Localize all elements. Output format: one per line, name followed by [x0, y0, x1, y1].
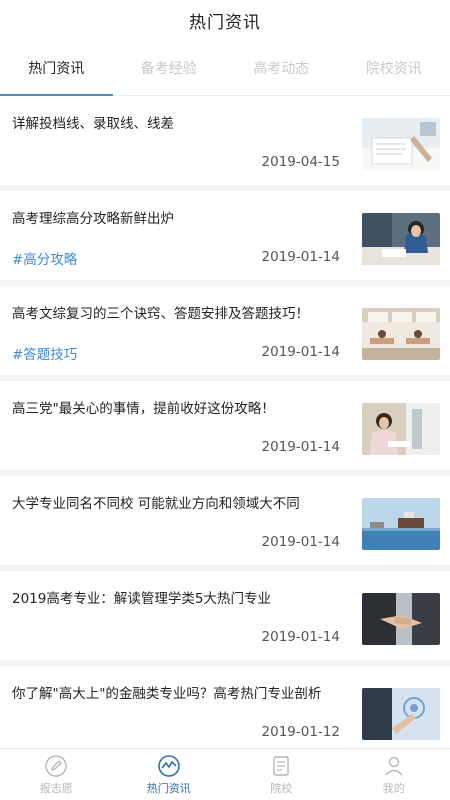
tab-hot-news[interactable]: 热门资讯 — [0, 40, 113, 96]
app-header: 热门资讯 — [0, 0, 450, 40]
article-date: 2019-01-14 — [261, 629, 340, 645]
category-tabs: 热门资讯 备考经验 高考动态 院校资讯 — [0, 40, 450, 96]
article-item[interactable]: 大学专业同名不同校 可能就业方向和领域大不同 2019-01-14 — [0, 476, 450, 571]
nav-label: 热门资讯 — [146, 781, 191, 795]
article-item[interactable]: 2019高考专业：解读管理学类5大热门专业 2019-01-14 — [0, 571, 450, 666]
article-item[interactable]: 高三党"最关心的事情，提前收好这份攻略！ 2019-01-14 — [0, 381, 450, 476]
article-date: 2019-01-14 — [261, 534, 340, 550]
document-icon — [273, 755, 289, 776]
nav-label: 我的 — [382, 781, 405, 795]
article-date: 2019-01-14 — [261, 249, 340, 265]
nav-hot-news[interactable]: 热门资讯 — [113, 749, 226, 800]
article-thumbnail — [362, 688, 440, 740]
pen-circle-icon — [45, 754, 67, 777]
article-item[interactable]: 高考理综高分攻略新鲜出炉 #高分攻略 2019-01-14 — [0, 191, 450, 286]
article-item[interactable]: 你了解"高大上"的金融类专业吗？高考热门专业剖析 2019-01-12 — [0, 666, 450, 748]
article-list: 详解投档线、录取线、线差 2019-04-15 高考理综高分攻略新鲜出炉 #高分… — [0, 96, 450, 748]
article-thumbnail — [362, 593, 440, 645]
article-date: 2019-01-12 — [261, 724, 340, 740]
article-thumbnail — [362, 308, 440, 360]
article-tag[interactable]: #答题技巧 — [12, 343, 77, 363]
article-title: 你了解"高大上"的金融类专业吗？高考热门专业剖析 — [12, 686, 322, 702]
nav-label: 报志愿 — [39, 781, 73, 795]
article-title: 2019高考专业：解读管理学类5大热门专业 — [12, 591, 271, 607]
article-date: 2019-01-14 — [261, 344, 340, 360]
nav-schools[interactable]: 院校 — [225, 749, 338, 800]
article-title: 高三党"最关心的事情，提前收好这份攻略！ — [12, 401, 275, 417]
tab-exam-experience[interactable]: 备考经验 — [113, 40, 226, 95]
article-thumbnail — [362, 403, 440, 455]
article-tag[interactable]: #高分攻略 — [12, 248, 77, 268]
tab-school-news[interactable]: 院校资讯 — [338, 40, 450, 95]
article-title: 大学专业同名不同校 可能就业方向和领域大不同 — [12, 496, 300, 512]
nav-mine[interactable]: 我的 — [338, 749, 450, 800]
page-title: 热门资讯 — [189, 12, 261, 33]
trend-circle-icon — [157, 754, 180, 777]
article-thumbnail — [362, 118, 440, 170]
nav-apply[interactable]: 报志愿 — [0, 749, 113, 800]
article-title: 详解投档线、录取线、线差 — [12, 116, 174, 132]
article-item[interactable]: 详解投档线、录取线、线差 2019-04-15 — [0, 96, 450, 191]
tab-exam-updates[interactable]: 高考动态 — [225, 40, 338, 95]
article-title: 高考理综高分攻略新鲜出炉 — [12, 211, 174, 227]
bottom-navigation: 报志愿 热门资讯 院校 我的 — [0, 748, 450, 800]
article-date: 2019-04-15 — [261, 154, 340, 170]
article-item[interactable]: 高考文综复习的三个诀窍、答题安排及答题技巧！ #答题技巧 2019-01-14 — [0, 286, 450, 381]
user-icon — [385, 756, 403, 775]
article-title: 高考文综复习的三个诀窍、答题安排及答题技巧！ — [12, 306, 309, 322]
article-thumbnail — [362, 498, 440, 550]
article-thumbnail — [362, 213, 440, 265]
article-date: 2019-01-14 — [261, 439, 340, 455]
nav-label: 院校 — [270, 781, 293, 795]
